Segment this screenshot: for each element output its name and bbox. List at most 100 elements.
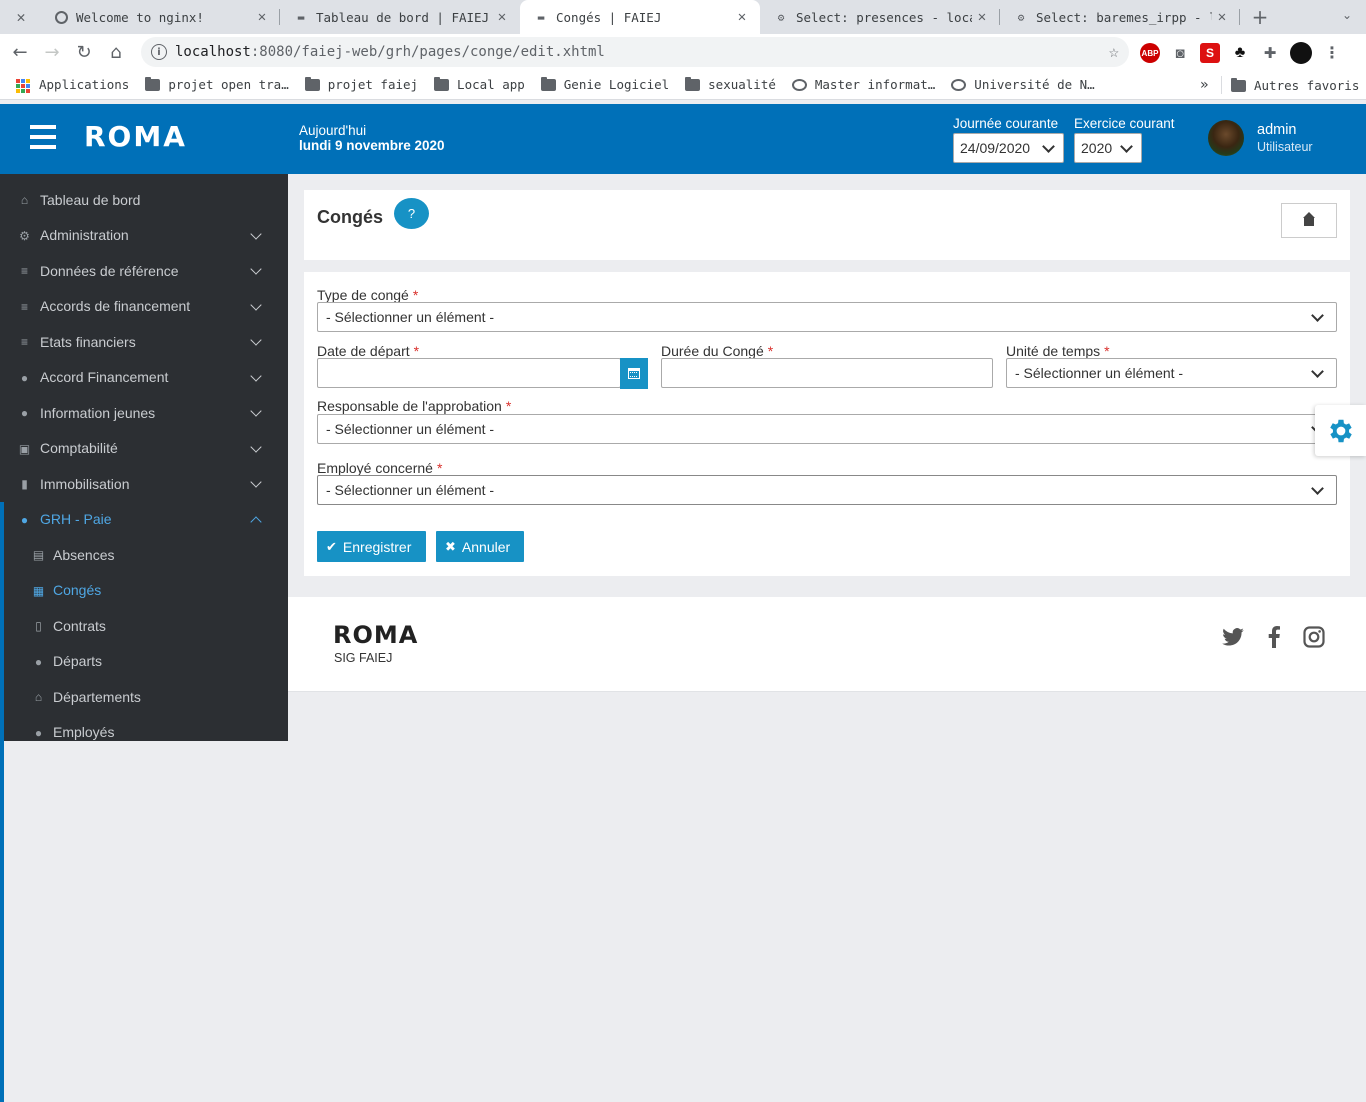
sidebar-item-label: Départs xyxy=(53,653,103,670)
unite-temps-label: Unité de temps * xyxy=(1006,343,1110,359)
bookmarks-overflow[interactable]: » xyxy=(1200,77,1208,93)
browser-tab[interactable]: ▬ Tableau de bord | FAIEJ ✕ xyxy=(280,0,520,34)
sidebar-item-accords-financement[interactable]: ≡ Accords de financement xyxy=(0,289,288,325)
gnome-foot-icon[interactable]: ♣ xyxy=(1230,43,1250,63)
info-icon[interactable]: i xyxy=(151,44,167,60)
sidebar-item-information-jeunes[interactable]: ● Information jeunes xyxy=(0,395,288,431)
bookmark-folder[interactable]: Genie Logiciel xyxy=(540,76,669,92)
exercice-select[interactable]: 2020 xyxy=(1074,133,1142,163)
sidebar: ⌂ Tableau de bord ⚙ Administration ≡ Donnée… xyxy=(0,174,288,1102)
sidebar-subitem-employes[interactable]: ● Employés xyxy=(0,715,288,751)
tab-title: Welcome to nginx! xyxy=(76,9,204,25)
users-icon: ● xyxy=(20,370,29,385)
sidebar-item-etats-financiers[interactable]: ≡ Etats financiers xyxy=(0,324,288,360)
sidebar-item-label: Départements xyxy=(53,688,141,705)
database-icon: ≡ xyxy=(20,264,28,278)
app-logo[interactable]: ROMA xyxy=(84,120,187,153)
close-x-icon[interactable]: ✕ xyxy=(14,8,28,26)
bookmark-label: projet faiej xyxy=(327,77,419,92)
close-tab-icon[interactable]: ✕ xyxy=(252,9,272,25)
chevron-down-icon xyxy=(250,298,262,311)
sidebar-item-accord-financement[interactable]: ● Accord Financement xyxy=(0,360,288,396)
cancel-button[interactable]: ✖ Annuler xyxy=(436,531,524,562)
users-icon: ● xyxy=(20,512,29,527)
save-button[interactable]: ✔ Enregistrer xyxy=(317,531,426,562)
reload-icon[interactable]: ↻ xyxy=(68,42,100,63)
browser-tab[interactable]: ⚙ Select: baremes_irpp - lo ✕ xyxy=(1000,0,1240,34)
date-depart-input[interactable] xyxy=(317,358,621,388)
sidebar-item-donnees-reference[interactable]: ≡ Données de référence xyxy=(0,253,288,289)
bookmark-link[interactable]: Master informat… xyxy=(791,77,935,92)
sidebar-item-tableau-de-bord[interactable]: ⌂ Tableau de bord xyxy=(0,182,288,218)
sidebar-item-grh-paie[interactable]: ● GRH - Paie xyxy=(0,501,288,537)
back-arrow-icon[interactable]: ← xyxy=(4,42,36,63)
menu-dots-icon[interactable]: ⋮ xyxy=(1322,43,1342,63)
bookmark-applications[interactable]: Applications xyxy=(16,77,129,93)
avatar[interactable] xyxy=(1208,120,1244,156)
profile-avatar-icon[interactable] xyxy=(1290,42,1312,64)
bookmarks-bar: Applications projet open tra… projet fai… xyxy=(0,70,1366,100)
close-tab-icon[interactable]: ✕ xyxy=(492,9,512,25)
bookmark-folder[interactable]: projet faiej xyxy=(304,76,419,92)
sidebar-subitem-absences[interactable]: ▤ Absences xyxy=(0,537,288,573)
footer-logo: ROMA xyxy=(333,621,419,649)
sidebar-item-comptabilite[interactable]: ▣ Comptabilité xyxy=(0,431,288,467)
sidebar-item-immobilisation[interactable]: ▮ Immobilisation xyxy=(0,466,288,502)
folder-icon xyxy=(1231,77,1246,92)
puzzle-icon[interactable]: ✚ xyxy=(1260,43,1280,63)
browser-tab-active[interactable]: ▬ Congés | FAIEJ ✕ xyxy=(520,0,760,34)
s-extension-icon[interactable]: S xyxy=(1200,43,1220,63)
browser-tab[interactable]: ⚙ Select: presences - local ✕ xyxy=(760,0,1000,34)
page-title: Congés xyxy=(317,207,384,227)
other-bookmarks[interactable]: Autres favoris xyxy=(1231,77,1360,93)
bookmark-star-icon[interactable]: ☆ xyxy=(1109,42,1119,62)
forward-arrow-icon[interactable]: → xyxy=(36,42,68,63)
type-conge-select[interactable]: - Sélectionner un élément - xyxy=(317,302,1337,332)
journee-courante: Journée courante 24/09/2020 xyxy=(953,116,1064,163)
chevron-down-icon xyxy=(250,369,262,382)
settings-toggle[interactable] xyxy=(1315,405,1366,456)
tab-search-chevron-icon[interactable]: ⌄ xyxy=(1342,8,1352,22)
today-block: Aujourd'hui lundi 9 novembre 2020 xyxy=(299,123,445,153)
hamburger-menu-icon[interactable] xyxy=(30,125,56,149)
other-bookmarks-label: Autres favoris xyxy=(1254,78,1360,93)
sidebar-submenu-grh: ▤ Absences ▦ Congés ▯ Contrats ● Départs ⌂ Dé… xyxy=(0,502,288,1102)
sidebar-subitem-departs[interactable]: ● Départs xyxy=(0,644,288,680)
bookmark-folder[interactable]: Local app xyxy=(434,76,525,92)
user-name[interactable]: admin xyxy=(1257,122,1297,138)
employe-select[interactable]: - Sélectionner un élément - xyxy=(317,475,1337,505)
new-tab-plus-icon[interactable]: + xyxy=(1240,0,1280,34)
datepicker-button[interactable] xyxy=(620,358,648,389)
duree-conge-input[interactable] xyxy=(661,358,993,388)
twitter-icon[interactable] xyxy=(1221,625,1245,649)
sidebar-subitem-conges[interactable]: ▦ Congés xyxy=(0,573,288,609)
journee-select[interactable]: 24/09/2020 xyxy=(953,133,1064,163)
folder-icon xyxy=(145,76,161,91)
unite-temps-select[interactable]: - Sélectionner un élément - xyxy=(1006,358,1337,388)
sidebar-subitem-contrats[interactable]: ▯ Contrats xyxy=(0,608,288,644)
bookmark-label: Université de N… xyxy=(974,77,1095,92)
bookmark-folder[interactable]: sexualité xyxy=(685,76,776,92)
sidebar-subitem-departements[interactable]: ⌂ Départements xyxy=(0,679,288,715)
globe-icon xyxy=(791,78,807,91)
file-icon: ▯ xyxy=(35,619,42,633)
responsable-select[interactable]: - Sélectionner un élément - xyxy=(317,414,1337,444)
close-tab-icon[interactable]: ✕ xyxy=(1212,9,1232,25)
close-tab-icon[interactable]: ✕ xyxy=(972,9,992,25)
camera-icon[interactable]: ◙ xyxy=(1170,43,1190,63)
home-button[interactable] xyxy=(1281,203,1337,238)
adblock-icon[interactable]: ABP xyxy=(1140,43,1160,63)
instagram-icon[interactable] xyxy=(1302,625,1326,649)
close-tab-icon[interactable]: ✕ xyxy=(732,9,752,25)
facebook-icon[interactable] xyxy=(1262,625,1286,649)
help-button[interactable]: ? xyxy=(394,198,429,229)
sidebar-item-administration[interactable]: ⚙ Administration xyxy=(0,218,288,254)
check-icon: ✔ xyxy=(326,538,337,554)
browser-tab[interactable]: ✕ Welcome to nginx! ✕ xyxy=(0,0,280,34)
bookmark-folder[interactable]: projet open tra… xyxy=(145,76,289,92)
journee-label: Journée courante xyxy=(953,116,1059,131)
url-omnibox[interactable]: i localhost:8080/faiej-web/grh/pages/con… xyxy=(141,37,1129,67)
label-text: Durée du Congé xyxy=(661,343,764,359)
bookmark-link[interactable]: Université de N… xyxy=(951,77,1095,92)
home-icon[interactable]: ⌂ xyxy=(100,42,132,63)
